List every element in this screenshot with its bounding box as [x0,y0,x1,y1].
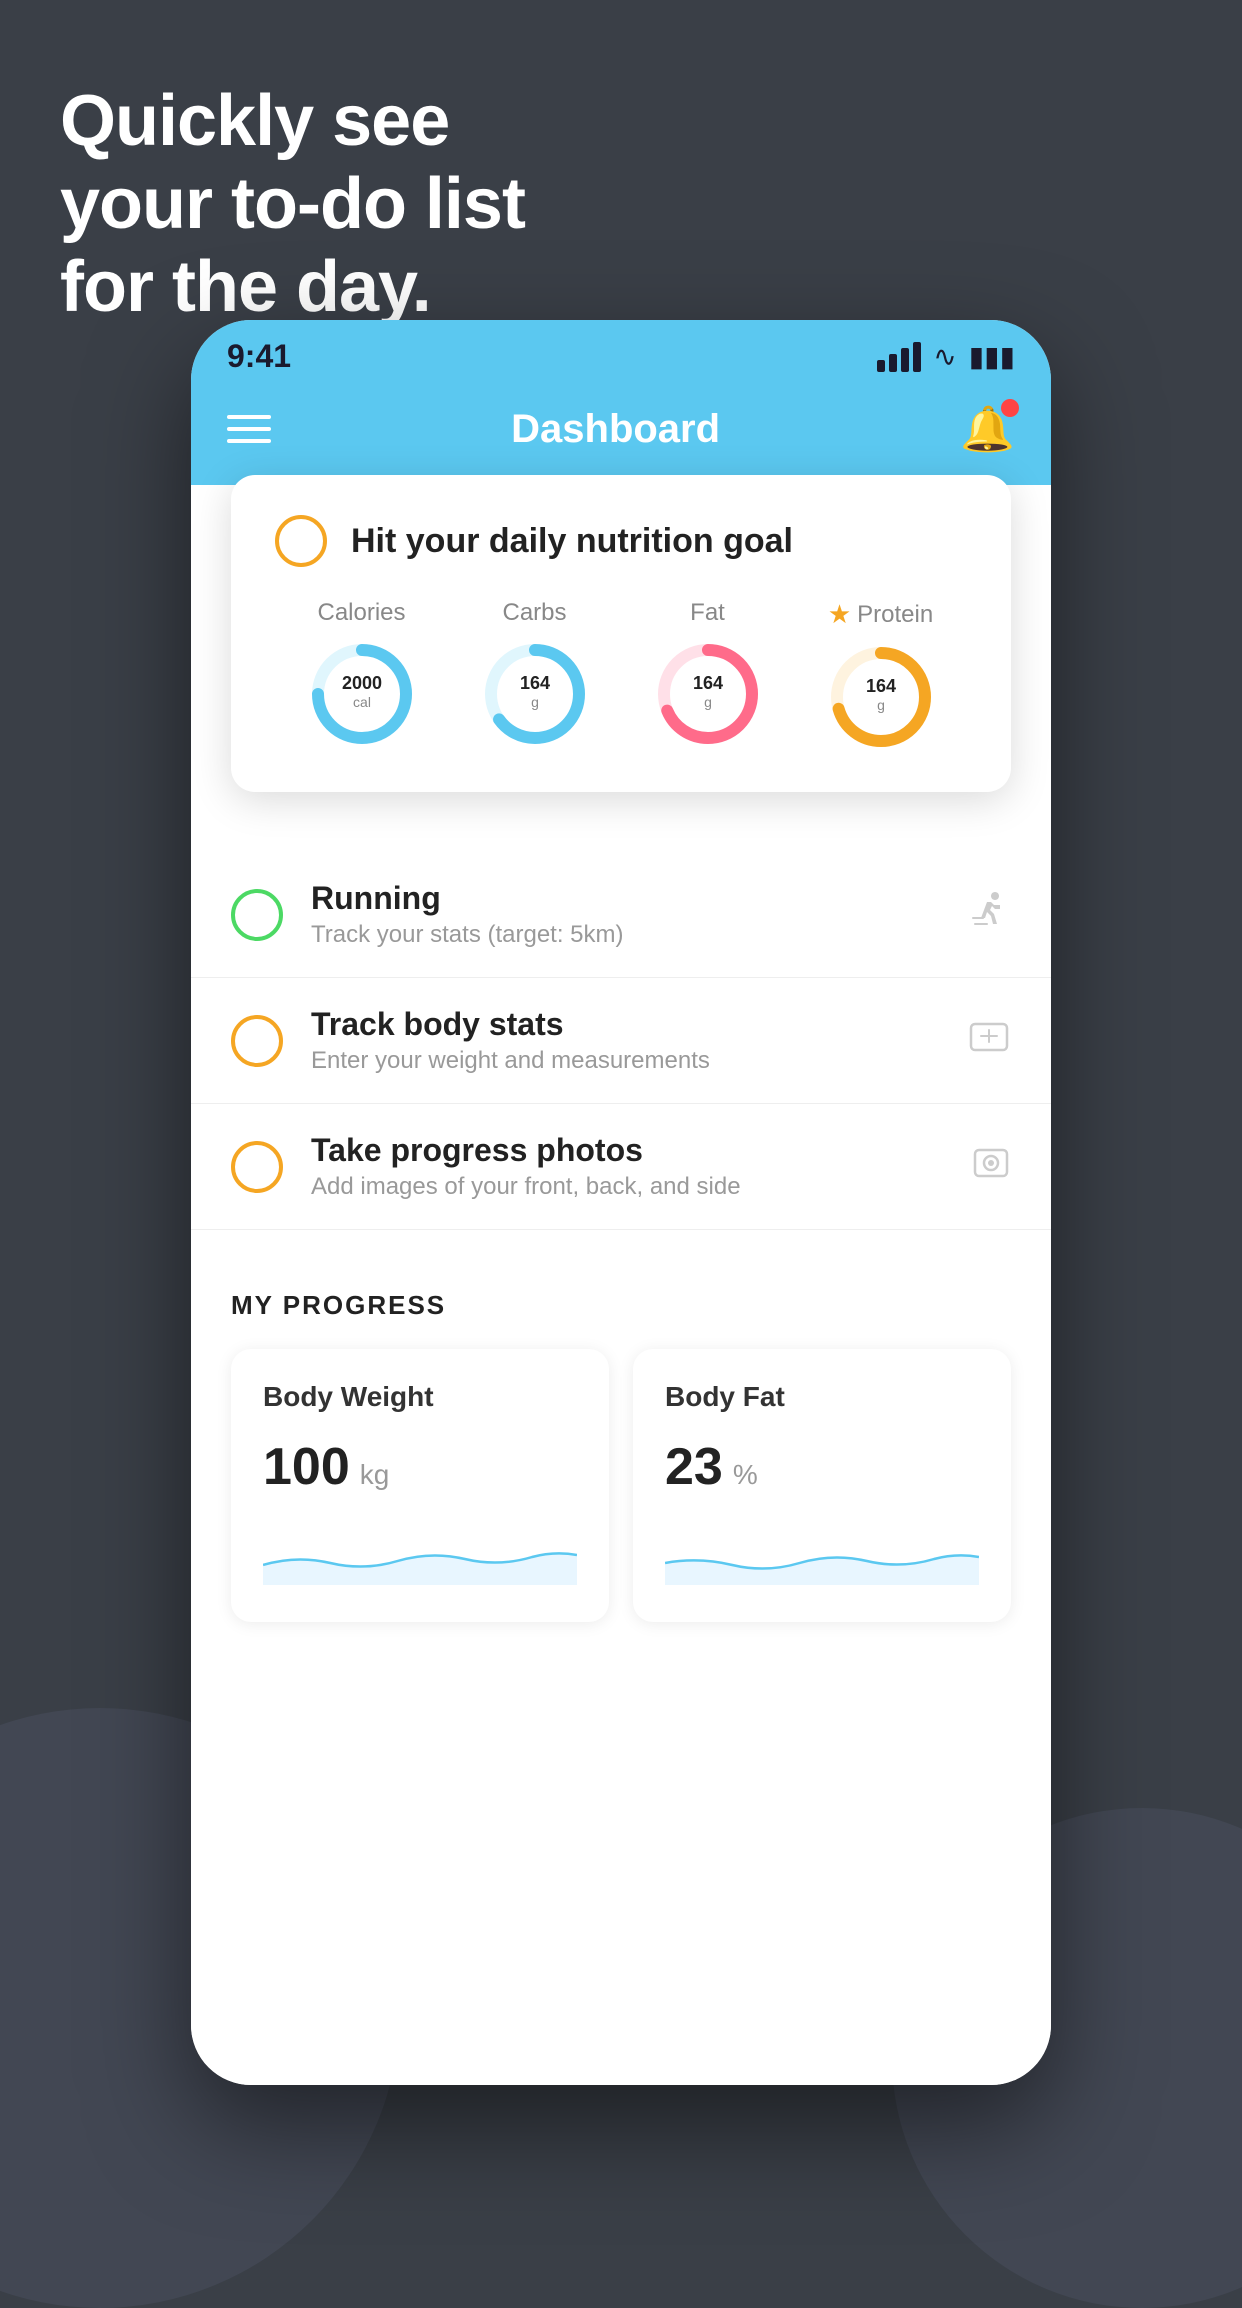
status-icons: ∿ ▮▮▮ [877,340,1015,373]
metric-carbs-label: Carbs [502,599,566,627]
progress-card-fat: Body Fat 23 % [633,1349,1011,1622]
metric-protein-label: ★ Protein [828,599,933,630]
todo-circle-body-stats [231,1015,283,1067]
svg-text:2000: 2000 [341,673,381,693]
scale-icon [967,1016,1011,1065]
todo-desc-body-stats: Enter your weight and measurements [311,1047,939,1075]
photo-icon [971,1142,1011,1191]
todo-text-running: Running Track your stats (target: 5km) [311,880,939,949]
todo-text-body-stats: Track body stats Enter your weight and m… [311,1006,939,1075]
metric-fat: Fat 164 g [653,599,763,749]
progress-weight-value: 100 [263,1437,350,1497]
todo-list: Running Track your stats (target: 5km) T… [191,852,1051,1230]
progress-section: MY PROGRESS Body Weight 100 kg Body Fat [191,1250,1051,1662]
nutrition-checkbox[interactable] [275,515,327,567]
metric-fat-chart: 164 g [653,639,763,749]
todo-circle-running [231,889,283,941]
status-time: 9:41 [227,338,291,375]
weight-wave-chart [263,1525,577,1585]
metric-calories-label: Calories [317,599,405,627]
progress-title: MY PROGRESS [231,1290,1011,1321]
metric-calories-chart: 2000 cal [307,639,417,749]
svg-text:g: g [704,694,712,710]
metric-protein-chart: 164 g [826,642,936,752]
wifi-icon: ∿ [933,340,956,373]
status-bar: 9:41 ∿ ▮▮▮ [191,320,1051,383]
todo-circle-photos [231,1141,283,1193]
progress-card-weight: Body Weight 100 kg [231,1349,609,1622]
progress-fat-unit: % [733,1459,758,1491]
progress-weight-unit: kg [360,1459,390,1491]
svg-text:164: 164 [865,676,895,696]
svg-text:g: g [531,694,539,710]
metric-carbs: Carbs 164 g [480,599,590,749]
app-header: Dashboard 🔔 [191,383,1051,485]
todo-item-body-stats[interactable]: Track body stats Enter your weight and m… [191,978,1051,1104]
todo-name-body-stats: Track body stats [311,1006,939,1043]
metric-carbs-chart: 164 g [480,639,590,749]
nutrition-metrics: Calories 2000 cal Carbs 164 g [275,599,967,752]
svg-text:g: g [877,697,885,713]
notification-badge [1001,399,1019,417]
svg-text:164: 164 [519,673,549,693]
progress-fat-value: 23 [665,1437,723,1497]
todo-desc-running: Track your stats (target: 5km) [311,921,939,949]
star-icon: ★ [828,599,851,630]
fat-wave-chart [665,1525,979,1585]
progress-fat-title: Body Fat [665,1381,979,1413]
metric-calories: Calories 2000 cal [307,599,417,749]
todo-name-running: Running [311,880,939,917]
metric-fat-label: Fat [690,599,725,627]
progress-cards: Body Weight 100 kg Body Fat 23 % [231,1349,1011,1622]
phone-body: THINGS TO DO TODAY Hit your daily nutrit… [191,485,1051,2085]
nutrition-card: Hit your daily nutrition goal Calories 2… [231,475,1011,792]
nutrition-card-title: Hit your daily nutrition goal [351,522,793,561]
nutrition-card-header: Hit your daily nutrition goal [275,515,967,567]
todo-text-photos: Take progress photos Add images of your … [311,1132,943,1201]
svg-text:164: 164 [692,673,722,693]
todo-item-running[interactable]: Running Track your stats (target: 5km) [191,852,1051,978]
notification-button[interactable]: 🔔 [960,403,1015,455]
battery-icon: ▮▮▮ [969,340,1015,373]
phone-frame: 9:41 ∿ ▮▮▮ Dashboard 🔔 THINGS TO DO TODA… [191,320,1051,2085]
svg-text:cal: cal [353,694,371,710]
progress-fat-value-row: 23 % [665,1437,979,1497]
running-icon [967,892,1011,937]
hero-text: Quickly see your to-do list for the day. [60,80,525,328]
todo-name-photos: Take progress photos [311,1132,943,1169]
progress-weight-title: Body Weight [263,1381,577,1413]
page-title: Dashboard [511,407,720,452]
todo-desc-photos: Add images of your front, back, and side [311,1173,943,1201]
menu-button[interactable] [227,415,271,443]
signal-icon [877,342,921,372]
progress-weight-value-row: 100 kg [263,1437,577,1497]
metric-protein: ★ Protein 164 g [826,599,936,752]
todo-item-photos[interactable]: Take progress photos Add images of your … [191,1104,1051,1230]
